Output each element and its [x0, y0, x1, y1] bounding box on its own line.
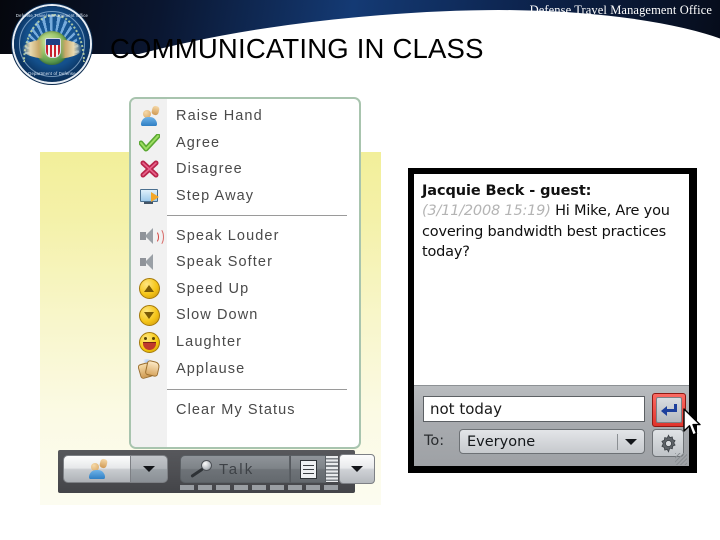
empty-icon	[131, 397, 167, 423]
menu-item-list: Raise Hand Agree Disagree Step Away Spea…	[131, 99, 359, 424]
chat-message-body: (3/11/2008 15:19) Hi Mike, Are you cover…	[422, 201, 681, 263]
resize-grip-icon[interactable]	[675, 453, 687, 465]
menu-item-label: Raise Hand	[176, 108, 263, 125]
menu-item-step-away[interactable]: Step Away	[131, 183, 359, 210]
menu-item-label: Slow Down	[176, 307, 259, 324]
seal-shield	[45, 38, 61, 58]
menu-item-label: Clear My Status	[176, 402, 296, 419]
arrow-down-circle-icon	[131, 302, 167, 328]
recipient-label: To:	[424, 433, 445, 449]
menu-item-label: Step Away	[176, 188, 255, 205]
chat-transcript[interactable]: Jacquie Beck - guest: (3/11/2008 15:19) …	[414, 174, 689, 385]
check-icon	[131, 130, 167, 156]
chat-message-timestamp: (3/11/2008 15:19)	[422, 203, 551, 219]
slide-canvas: Defense Travel Management Office Defense…	[0, 0, 720, 540]
chevron-down-icon	[625, 438, 637, 445]
menu-item-label: Disagree	[176, 161, 243, 178]
organization-name: Defense Travel Management Office	[529, 3, 712, 17]
page-title: COMMUNICATING IN CLASS	[110, 33, 484, 64]
toolbar-tick-strip	[180, 485, 338, 490]
menu-item-speak-louder[interactable]: Speak Louder	[131, 222, 359, 249]
menu-item-agree[interactable]: Agree	[131, 130, 359, 157]
chat-compose-area: not today To: Everyone	[414, 385, 701, 466]
talk-button[interactable]: Talk	[180, 455, 290, 483]
menu-item-clear-my-status[interactable]: Clear My Status	[131, 397, 359, 424]
speaker-soft-icon	[131, 249, 167, 275]
menu-item-slow-down[interactable]: Slow Down	[131, 302, 359, 329]
menu-item-applause[interactable]: Applause	[131, 355, 359, 382]
send-button-face	[656, 397, 682, 423]
raise-hand-icon	[87, 458, 108, 479]
menu-item-disagree[interactable]: Disagree	[131, 156, 359, 183]
chat-message-input[interactable]: not today	[423, 396, 645, 422]
x-icon	[131, 156, 167, 182]
recipient-select[interactable]: Everyone	[459, 429, 645, 454]
raise-hand-button[interactable]	[63, 455, 131, 483]
chevron-down-icon	[143, 466, 155, 472]
menu-item-label: Laughter	[176, 334, 243, 351]
microphone-icon	[190, 459, 213, 479]
menu-item-label: Applause	[176, 360, 246, 377]
chat-panel: Jacquie Beck - guest: (3/11/2008 15:19) …	[408, 168, 701, 473]
chat-message-sender: Jacquie Beck - guest:	[422, 183, 592, 199]
menu-divider	[167, 215, 347, 217]
audio-options-dropdown-button[interactable]	[339, 454, 375, 484]
recipient-selected-value: Everyone	[467, 433, 536, 450]
enter-arrow-icon	[661, 404, 677, 416]
chevron-down-icon	[351, 466, 363, 472]
seal-bottom-text: Department of Defense	[28, 71, 76, 76]
menu-item-speed-up[interactable]: Speed Up	[131, 276, 359, 303]
step-away-icon	[131, 183, 167, 209]
document-icon	[299, 459, 317, 479]
raise-hand-icon	[131, 103, 167, 129]
menu-item-label: Speak Softer	[176, 254, 274, 271]
mouse-pointer-icon	[683, 408, 701, 436]
recipient-dropdown-toggle[interactable]	[618, 438, 644, 445]
laughter-icon	[131, 329, 167, 355]
chat-panel-inner: Jacquie Beck - guest: (3/11/2008 15:19) …	[414, 174, 701, 466]
speaker-loud-icon	[131, 223, 167, 249]
applause-icon	[131, 356, 167, 382]
menu-divider	[167, 388, 347, 390]
raise-hand-dropdown-button[interactable]	[130, 455, 168, 483]
send-message-button[interactable]	[652, 393, 686, 427]
menu-item-label: Speed Up	[176, 280, 250, 297]
menu-item-label: Agree	[176, 134, 221, 151]
menu-item-raise-hand[interactable]: Raise Hand	[131, 103, 359, 130]
arrow-up-circle-icon	[131, 276, 167, 302]
gear-icon	[660, 433, 676, 453]
notes-button[interactable]	[290, 455, 326, 483]
status-menu[interactable]: Raise Hand Agree Disagree Step Away Spea…	[129, 97, 361, 449]
dod-seal-icon: Defense Travel Management Office Departm…	[14, 6, 90, 82]
menu-item-speak-softer[interactable]: Speak Softer	[131, 249, 359, 276]
meeting-toolbar: Talk	[58, 450, 375, 493]
audio-level-meter	[326, 456, 338, 482]
talk-button-label: Talk	[219, 460, 255, 478]
seal-top-text: Defense Travel Management Office	[15, 13, 89, 18]
menu-item-label: Speak Louder	[176, 227, 280, 244]
menu-item-laughter[interactable]: Laughter	[131, 329, 359, 356]
